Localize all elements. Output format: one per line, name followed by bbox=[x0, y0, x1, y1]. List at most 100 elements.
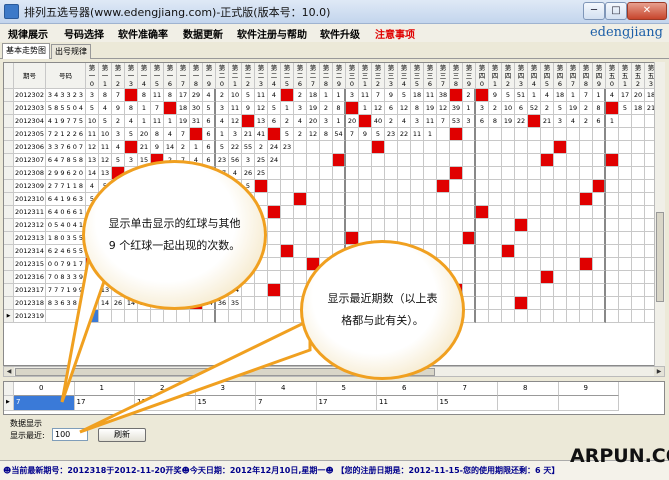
grid-cell[interactable] bbox=[541, 206, 554, 219]
grid-cell[interactable]: 53 bbox=[450, 115, 463, 128]
sub-row-indicator[interactable]: ▶ bbox=[4, 396, 14, 411]
grid-cell-number[interactable]: 6 4 1 9 6 3 bbox=[46, 193, 86, 206]
grid-cell[interactable] bbox=[268, 232, 281, 245]
grid-cell[interactable] bbox=[528, 284, 541, 297]
grid-cell[interactable] bbox=[281, 193, 294, 206]
grid-cell[interactable] bbox=[476, 128, 489, 141]
grid-cell[interactable] bbox=[593, 271, 606, 284]
grid-cell[interactable] bbox=[463, 167, 476, 180]
grid-cell[interactable]: 1 bbox=[567, 89, 580, 102]
grid-cell[interactable] bbox=[437, 232, 450, 245]
grid-cell[interactable] bbox=[528, 167, 541, 180]
grid-cell[interactable] bbox=[580, 180, 593, 193]
grid-cell-red-ball[interactable] bbox=[294, 193, 307, 206]
grid-row-indicator[interactable] bbox=[4, 245, 14, 258]
grid-cell-red-ball[interactable] bbox=[606, 102, 619, 115]
grid-cell[interactable] bbox=[411, 206, 424, 219]
grid-cell[interactable] bbox=[398, 167, 411, 180]
grid-cell[interactable] bbox=[489, 245, 502, 258]
grid-cell[interactable]: 1 bbox=[164, 115, 177, 128]
grid-cell[interactable] bbox=[502, 167, 515, 180]
grid-cell[interactable] bbox=[359, 193, 372, 206]
grid-cell[interactable] bbox=[502, 193, 515, 206]
grid-cell[interactable] bbox=[476, 167, 489, 180]
grid-cell[interactable]: 3 bbox=[411, 115, 424, 128]
grid-cell-period[interactable]: 2012310 bbox=[14, 193, 46, 206]
grid-cell[interactable]: 11 bbox=[229, 102, 242, 115]
grid-cell[interactable] bbox=[411, 232, 424, 245]
grid-cell[interactable] bbox=[632, 284, 645, 297]
grid-cell[interactable] bbox=[593, 128, 606, 141]
grid-cell[interactable] bbox=[333, 193, 346, 206]
grid-row-indicator[interactable] bbox=[4, 141, 14, 154]
grid-cell[interactable] bbox=[398, 193, 411, 206]
grid-cell[interactable]: 1 bbox=[333, 115, 346, 128]
grid-cell[interactable] bbox=[255, 284, 268, 297]
grid-cell[interactable] bbox=[294, 232, 307, 245]
grid-cell[interactable] bbox=[580, 154, 593, 167]
grid-cell[interactable] bbox=[541, 232, 554, 245]
grid-cell[interactable] bbox=[515, 206, 528, 219]
grid-cell[interactable] bbox=[567, 206, 580, 219]
grid-cell[interactable]: 18 bbox=[177, 102, 190, 115]
grid-cell[interactable] bbox=[632, 297, 645, 310]
grid-cell[interactable] bbox=[528, 193, 541, 206]
grid-cell[interactable] bbox=[281, 206, 294, 219]
grid-cell-number[interactable]: 7 2 1 2 2 6 bbox=[46, 128, 86, 141]
grid-cell-period[interactable]: 2012307 bbox=[14, 154, 46, 167]
grid-cell[interactable]: 5 bbox=[242, 89, 255, 102]
grid-cell[interactable]: 3 bbox=[320, 115, 333, 128]
grid-cell[interactable] bbox=[515, 167, 528, 180]
grid-cell[interactable]: 21 bbox=[138, 141, 151, 154]
grid-cell[interactable] bbox=[554, 206, 567, 219]
grid-cell[interactable] bbox=[528, 180, 541, 193]
grid-cell[interactable] bbox=[346, 141, 359, 154]
grid-cell[interactable] bbox=[515, 284, 528, 297]
grid-cell[interactable]: 1 bbox=[138, 102, 151, 115]
grid-cell[interactable]: 11 bbox=[99, 141, 112, 154]
grid-cell[interactable] bbox=[632, 219, 645, 232]
grid-cell-red-ball[interactable] bbox=[450, 128, 463, 141]
grid-cell[interactable] bbox=[619, 271, 632, 284]
grid-cell[interactable]: 4 bbox=[294, 115, 307, 128]
grid-cell[interactable] bbox=[593, 297, 606, 310]
grid-cell[interactable]: 9 bbox=[489, 89, 502, 102]
grid-cell-period[interactable]: 2012308 bbox=[14, 167, 46, 180]
grid-cell-period[interactable]: 2012304 bbox=[14, 115, 46, 128]
grid-cell[interactable] bbox=[281, 284, 294, 297]
grid-cell[interactable] bbox=[424, 167, 437, 180]
grid-cell[interactable] bbox=[333, 167, 346, 180]
grid-cell[interactable] bbox=[476, 141, 489, 154]
grid-cell[interactable]: 11 bbox=[424, 89, 437, 102]
grid-cell-red-ball[interactable] bbox=[125, 89, 138, 102]
grid-cell[interactable]: 5 bbox=[619, 102, 632, 115]
grid-cell[interactable] bbox=[567, 128, 580, 141]
menu-number-select[interactable]: 号码选择 bbox=[64, 26, 104, 41]
grid-cell[interactable]: 19 bbox=[307, 102, 320, 115]
grid-cell[interactable]: 3 bbox=[242, 154, 255, 167]
grid-cell[interactable] bbox=[424, 232, 437, 245]
grid-cell[interactable] bbox=[580, 232, 593, 245]
grid-cell-number[interactable]: 3 3 7 6 0 7 bbox=[46, 141, 86, 154]
grid-cell[interactable] bbox=[346, 193, 359, 206]
grid-cell[interactable] bbox=[541, 310, 554, 323]
grid-cell[interactable]: 12 bbox=[229, 115, 242, 128]
grid-cell[interactable]: 4 bbox=[216, 115, 229, 128]
grid-cell[interactable]: 41 bbox=[255, 128, 268, 141]
minimize-button[interactable]: ─ bbox=[583, 2, 605, 20]
grid-cell[interactable] bbox=[346, 206, 359, 219]
grid-cell[interactable] bbox=[528, 232, 541, 245]
grid-cell[interactable] bbox=[320, 232, 333, 245]
grid-cell[interactable]: 8 bbox=[411, 102, 424, 115]
grid-cell[interactable] bbox=[450, 245, 463, 258]
grid-cell[interactable] bbox=[619, 219, 632, 232]
grid-cell-red-ball[interactable] bbox=[450, 89, 463, 102]
grid-cell[interactable] bbox=[593, 219, 606, 232]
grid-cell[interactable]: 10 bbox=[86, 115, 99, 128]
grid-cell-period[interactable]: 2012314 bbox=[14, 245, 46, 258]
grid-cell[interactable] bbox=[398, 206, 411, 219]
grid-cell[interactable]: 2 bbox=[112, 115, 125, 128]
grid-cell[interactable] bbox=[411, 219, 424, 232]
grid-cell[interactable] bbox=[541, 141, 554, 154]
grid-cell[interactable] bbox=[515, 141, 528, 154]
